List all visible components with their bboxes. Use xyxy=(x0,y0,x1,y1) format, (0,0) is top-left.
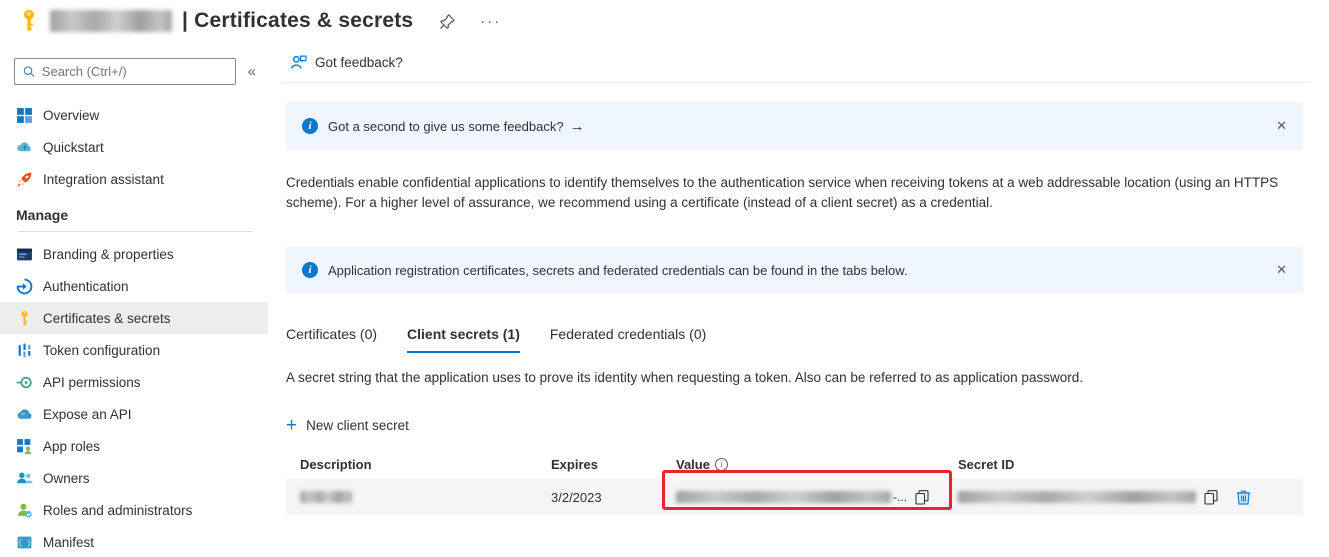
rocket-icon xyxy=(16,171,33,188)
copy-icon xyxy=(915,490,929,505)
got-feedback-label: Got feedback? xyxy=(315,55,403,70)
copy-value-button[interactable] xyxy=(915,490,929,505)
sidebar-section-manage: Manage xyxy=(0,195,268,229)
tab-client-secrets[interactable]: Client secrets (1) xyxy=(407,326,520,353)
sidebar-item-label: Token configuration xyxy=(43,343,160,358)
sidebar-item-app-roles[interactable]: App roles xyxy=(0,430,268,462)
got-feedback-button[interactable]: Got feedback? xyxy=(286,42,1303,82)
svg-text:{ }: { } xyxy=(18,540,31,548)
tab-certificates[interactable]: Certificates (0) xyxy=(286,326,377,353)
pin-icon[interactable] xyxy=(439,13,456,30)
column-description: Description xyxy=(286,457,551,472)
browser-window-icon xyxy=(16,246,33,263)
column-value-label: Value xyxy=(676,457,710,472)
sidebar-item-label: Overview xyxy=(43,108,99,123)
sidebar-item-integration-assistant[interactable]: Integration assistant xyxy=(0,163,268,195)
credential-tabs: Certificates (0) Client secrets (1) Fede… xyxy=(286,326,1303,354)
tabs-info-banner-text: Application registration certificates, s… xyxy=(328,263,908,278)
token-bars-icon xyxy=(16,342,33,359)
sidebar-item-roles-and-administrators[interactable]: Roles and administrators xyxy=(0,494,268,526)
sidebar-item-label: Roles and administrators xyxy=(43,503,192,518)
trash-icon xyxy=(1236,489,1251,505)
info-icon: i xyxy=(302,262,318,278)
sidebar-item-token-configuration[interactable]: Token configuration xyxy=(0,334,268,366)
sidebar: « Overview Quickstart Integration ass xyxy=(0,42,268,557)
manifest-code-icon: { } xyxy=(16,534,33,551)
credentials-intro-text: Credentials enable confidential applicat… xyxy=(286,173,1303,212)
header-divider xyxy=(282,82,1309,83)
search-icon xyxy=(23,65,35,78)
secret-value-cell: -... xyxy=(676,490,958,505)
arrow-right-icon[interactable]: → xyxy=(570,118,585,135)
redacted-secret-value xyxy=(676,491,891,503)
redirect-arrow-icon xyxy=(16,278,33,295)
search-input[interactable] xyxy=(42,64,227,79)
client-secrets-table: Description Expires Value i Secret ID 3/… xyxy=(286,449,1303,515)
cloud-icon xyxy=(16,406,33,423)
tabs-info-banner: i Application registration certificates,… xyxy=(286,247,1303,293)
table-header-row: Description Expires Value i Secret ID xyxy=(286,449,1303,479)
redacted-description xyxy=(300,491,352,503)
key-icon xyxy=(16,310,33,327)
main-content: Got feedback? i Got a second to give us … xyxy=(268,42,1329,557)
plus-icon: + xyxy=(286,416,297,435)
sidebar-item-manifest[interactable]: { } Manifest xyxy=(0,526,268,557)
api-plug-icon xyxy=(16,374,33,391)
column-expires: Expires xyxy=(551,457,676,472)
column-value: Value i xyxy=(676,457,958,472)
value-ellipsis: -... xyxy=(893,490,907,504)
sidebar-item-label: Manifest xyxy=(43,535,94,550)
sidebar-item-label: API permissions xyxy=(43,375,141,390)
key-icon xyxy=(16,8,42,34)
feedback-icon xyxy=(290,54,307,71)
more-options-icon[interactable]: ··· xyxy=(480,13,501,30)
overview-grid-icon xyxy=(16,107,33,124)
feedback-banner: i Got a second to give us some feedback?… xyxy=(286,102,1303,150)
sidebar-item-label: Integration assistant xyxy=(43,172,164,187)
sidebar-item-api-permissions[interactable]: API permissions xyxy=(0,366,268,398)
blade-header: | Certificates & secrets ··· xyxy=(0,0,1329,42)
sidebar-search[interactable] xyxy=(14,58,236,85)
redacted-secret-id xyxy=(958,491,1196,503)
sidebar-item-expose-an-api[interactable]: Expose an API xyxy=(0,398,268,430)
collapse-sidebar-icon[interactable]: « xyxy=(248,63,256,80)
person-check-icon xyxy=(16,502,33,519)
sidebar-item-label: Branding & properties xyxy=(43,247,174,262)
quickstart-cloud-icon xyxy=(16,139,33,156)
sidebar-item-label: Owners xyxy=(43,471,90,486)
sidebar-item-owners[interactable]: Owners xyxy=(0,462,268,494)
expires-value: 3/2/2023 xyxy=(551,490,676,505)
sidebar-item-label: Quickstart xyxy=(43,140,104,155)
value-info-icon[interactable]: i xyxy=(715,458,728,471)
copy-icon xyxy=(1204,490,1218,505)
sidebar-item-certificates-secrets[interactable]: Certificates & secrets xyxy=(0,302,268,334)
copy-secret-id-button[interactable] xyxy=(1204,490,1218,505)
sidebar-item-label: Certificates & secrets xyxy=(43,311,171,326)
secret-id-cell xyxy=(958,489,1303,505)
redacted-app-name xyxy=(50,10,172,32)
sidebar-item-authentication[interactable]: Authentication xyxy=(0,270,268,302)
page-title: | Certificates & secrets xyxy=(182,9,413,33)
info-icon: i xyxy=(302,118,318,134)
sidebar-item-overview[interactable]: Overview xyxy=(0,99,268,131)
close-icon[interactable]: ✕ xyxy=(1276,262,1287,278)
table-row[interactable]: 3/2/2023 -... xyxy=(286,479,1303,515)
people-icon xyxy=(16,470,33,487)
sidebar-item-branding-properties[interactable]: Branding & properties xyxy=(0,238,268,270)
close-icon[interactable]: ✕ xyxy=(1276,118,1287,134)
new-client-secret-label: New client secret xyxy=(306,418,409,433)
sidebar-item-label: Expose an API xyxy=(43,407,132,422)
client-secret-description: A secret string that the application use… xyxy=(286,370,1303,385)
sidebar-item-label: App roles xyxy=(43,439,100,454)
tab-federated-credentials[interactable]: Federated credentials (0) xyxy=(550,326,706,353)
sidebar-divider xyxy=(18,231,252,232)
delete-secret-button[interactable] xyxy=(1236,489,1251,505)
column-secret-id: Secret ID xyxy=(958,457,1303,472)
sidebar-item-label: Authentication xyxy=(43,279,129,294)
app-roles-icon xyxy=(16,438,33,455)
new-client-secret-button[interactable]: + New client secret xyxy=(286,416,1303,435)
feedback-banner-text[interactable]: Got a second to give us some feedback? xyxy=(328,119,564,134)
sidebar-item-quickstart[interactable]: Quickstart xyxy=(0,131,268,163)
